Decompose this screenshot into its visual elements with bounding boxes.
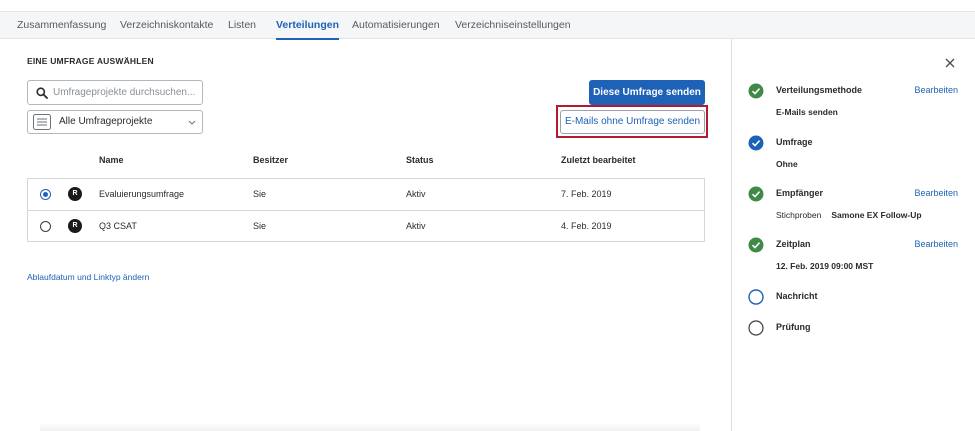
step-title: Zeitplan — [776, 239, 811, 249]
check-circle-icon — [748, 237, 764, 253]
send-survey-button[interactable]: Diese Umfrage senden — [589, 80, 705, 105]
column-header-owner[interactable]: Besitzer — [253, 155, 288, 165]
survey-selection-area: EINE UMFRAGE AUSWÄHLEN Alle Umfrageproje… — [0, 39, 731, 431]
section-title: EINE UMFRAGE AUSWÄHLEN — [27, 56, 154, 66]
empty-circle-icon — [748, 320, 764, 336]
check-circle-icon — [748, 135, 764, 151]
step-detail: 12. Feb. 2019 09:00 MST — [776, 261, 874, 271]
step-title[interactable]: Prüfung — [776, 322, 811, 332]
search-icon — [36, 87, 48, 99]
search-box — [27, 80, 203, 105]
survey-status: Aktiv — [406, 221, 426, 231]
bottom-shadow — [40, 423, 700, 431]
tab-verzeichniseinstellungen[interactable]: Verzeichniseinstellungen — [455, 12, 571, 39]
survey-owner: Sie — [253, 189, 267, 199]
table-row[interactable]: R Q3 CSAT Sie Aktiv 4. Feb. 2019 — [28, 210, 704, 241]
tab-listen[interactable]: Listen — [228, 12, 256, 39]
edit-schedule-link[interactable]: Bearbeiten — [914, 239, 958, 249]
survey-name: Evaluierungsumfrage — [99, 189, 185, 199]
column-header-last-edited[interactable]: Zuletzt bearbeitet — [561, 155, 636, 165]
recipients-type: Stichproben — [776, 210, 822, 220]
step-title[interactable]: Nachricht — [776, 291, 818, 301]
survey-last-edited: 4. Feb. 2019 — [561, 221, 612, 231]
chevron-down-icon — [188, 120, 196, 125]
tab-verzeichniskontakte[interactable]: Verzeichniskontakte — [120, 12, 213, 39]
step-detail: Ohne — [776, 159, 798, 169]
survey-table: R Evaluierungsumfrage Sie Aktiv 7. Feb. … — [27, 178, 705, 242]
empty-circle-icon — [748, 289, 764, 305]
tab-verteilungen[interactable]: Verteilungen — [276, 12, 340, 40]
search-input[interactable] — [53, 84, 198, 101]
table-row[interactable]: R Evaluierungsumfrage Sie Aktiv 7. Feb. … — [28, 179, 704, 210]
step-title: Umfrage — [776, 137, 813, 147]
distribution-steps-panel: Verteilungsmethode Bearbeiten E-Mails se… — [732, 39, 975, 431]
tab-zusammenfassung[interactable]: Zusammenfassung — [17, 12, 106, 39]
recipients-list-name: Samone EX Follow-Up — [831, 210, 922, 220]
window-top-strip — [0, 0, 975, 11]
survey-last-edited: 7. Feb. 2019 — [561, 189, 612, 199]
survey-name: Q3 CSAT — [99, 221, 137, 231]
check-circle-icon — [748, 186, 764, 202]
step-title: Empfänger — [776, 188, 824, 198]
filter-selected-value: Alle Umfrageprojekte — [59, 116, 153, 127]
step-detail: Stichproben Samone EX Follow-Up — [776, 210, 922, 220]
survey-project-filter[interactable]: Alle Umfrageprojekte — [27, 110, 203, 134]
row-radio[interactable] — [40, 221, 51, 232]
close-icon[interactable] — [943, 56, 957, 70]
send-emails-without-survey-button[interactable]: E-Mails ohne Umfrage senden — [560, 110, 705, 134]
list-icon — [33, 114, 51, 130]
row-radio[interactable] — [40, 189, 51, 200]
column-header-name[interactable]: Name — [99, 155, 124, 165]
step-detail: E-Mails senden — [776, 107, 838, 117]
edit-distribution-method-link[interactable]: Bearbeiten — [914, 85, 958, 95]
survey-type-badge: R — [68, 187, 82, 201]
step-title: Verteilungsmethode — [776, 85, 863, 95]
survey-status: Aktiv — [406, 189, 426, 199]
survey-owner: Sie — [253, 221, 267, 231]
change-expiration-link[interactable]: Ablaufdatum und Linktyp ändern — [27, 272, 149, 282]
check-circle-icon — [748, 83, 764, 99]
edit-recipients-link[interactable]: Bearbeiten — [914, 188, 958, 198]
directory-tab-bar: Zusammenfassung Verzeichniskontakte List… — [0, 11, 975, 40]
tab-automatisierungen[interactable]: Automatisierungen — [352, 12, 440, 39]
survey-type-badge: R — [68, 219, 82, 233]
column-header-status[interactable]: Status — [406, 155, 434, 165]
